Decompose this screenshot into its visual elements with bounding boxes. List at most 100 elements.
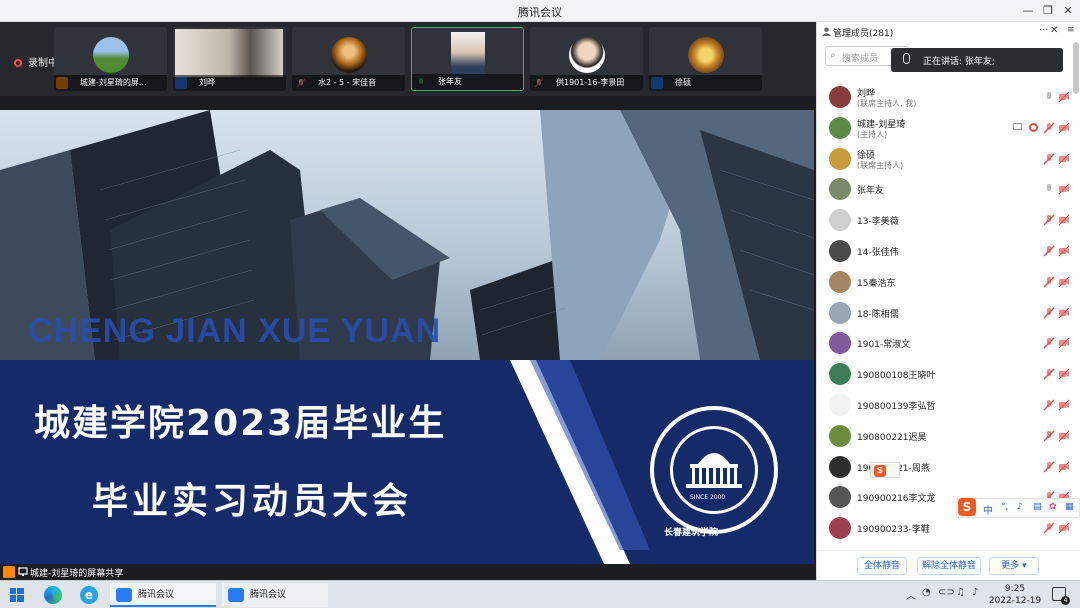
video-tile[interactable]: 城建-刘星琦的屏...	[54, 27, 167, 91]
panel-menu-icon[interactable]: ≡	[1067, 25, 1075, 35]
mic-muted-icon[interactable]	[1043, 399, 1055, 411]
camera-off-icon[interactable]	[1058, 307, 1070, 319]
member-row[interactable]: 190900121-周燕	[817, 452, 1073, 483]
edge-browser-icon[interactable]	[44, 586, 62, 604]
video-tile[interactable]: 刘晔	[173, 27, 286, 91]
member-role: (联席主持人, 我)	[857, 99, 917, 108]
tile-name: 城建-刘星琦的屏...	[54, 75, 167, 91]
avatar	[829, 486, 851, 509]
camera-off-icon[interactable]	[1058, 183, 1070, 195]
video-strip: 录制中 城建-刘星琦的屏... 刘晔 水2 - 5 - 宋佳音 张年友 供190…	[0, 22, 816, 96]
mic-muted-icon[interactable]	[1043, 368, 1055, 380]
member-row[interactable]: 190800108王晓叶	[817, 359, 1073, 390]
video-thumbnail	[330, 37, 367, 73]
mic-muted-icon[interactable]	[1043, 307, 1055, 319]
ime-skin-icon: ✿	[1049, 502, 1057, 512]
mute-all-button[interactable]: 全体静音	[857, 557, 907, 575]
camera-off-icon[interactable]	[1058, 122, 1070, 134]
camera-off-icon[interactable]	[1058, 368, 1070, 380]
member-row[interactable]: 张年友	[817, 174, 1073, 205]
video-tile[interactable]: 供1901-16-李景田	[530, 27, 643, 91]
tray-link-icon[interactable]: ⊂⊃	[938, 587, 955, 598]
camera-off-icon[interactable]	[1058, 461, 1070, 473]
tile-name: 张年友	[412, 74, 523, 90]
mic-icon[interactable]	[1043, 183, 1055, 195]
member-row[interactable]: 14-张佳伟	[817, 236, 1073, 267]
taskbar-task-tencent-meeting-2[interactable]: 腾讯会议	[222, 583, 328, 607]
video-tile[interactable]: 徐硕	[649, 27, 762, 91]
camera-off-icon[interactable]	[1058, 245, 1070, 257]
windows-start-icon[interactable]	[10, 588, 24, 602]
mic-muted-icon[interactable]	[1043, 276, 1055, 288]
avatar	[829, 393, 851, 416]
tray-network-icon[interactable]: ◔	[922, 587, 931, 598]
member-row[interactable]: 城建-刘星琦 (主持人)	[817, 113, 1073, 144]
member-role: (主持人)	[857, 129, 888, 139]
camera-off-icon[interactable]	[1058, 399, 1070, 411]
video-thumbnail	[450, 32, 485, 78]
logo-since-text: SINCE 2000	[690, 494, 726, 501]
camera-off-icon[interactable]	[1058, 337, 1070, 349]
member-row[interactable]: 13-李美薇	[817, 205, 1073, 236]
college-logo	[650, 406, 778, 534]
mic-muted-icon[interactable]	[1043, 122, 1055, 134]
member-row[interactable]: 徐硕 (联席主持人)	[817, 144, 1073, 175]
tencent-meeting-icon	[116, 588, 132, 602]
notification-icon[interactable]: 4	[1052, 587, 1070, 605]
minimize-button[interactable]: —	[1018, 3, 1038, 19]
screen-share-bar: 城建-刘星琦的屏幕共享	[0, 564, 816, 580]
member-row[interactable]: 1901-常淑文	[817, 328, 1073, 359]
tray-volume-icon[interactable]: ♫	[956, 587, 965, 598]
title-bar: 腾讯会议 — ❐ ✕	[0, 0, 1080, 22]
task-label: 腾讯会议	[138, 590, 175, 600]
video-tile-active-speaker[interactable]: 张年友	[411, 27, 524, 91]
member-row[interactable]: 刘晔 (联席主持人, 我)	[817, 82, 1073, 113]
member-role: (联席主持人)	[857, 160, 904, 170]
member-row[interactable]: 190800139李弘哲	[817, 390, 1073, 421]
camera-off-icon[interactable]	[1058, 522, 1070, 534]
more-options-icon[interactable]: ···	[1039, 25, 1049, 36]
close-button[interactable]: ✕	[1058, 3, 1078, 19]
camera-off-icon[interactable]	[1058, 91, 1070, 103]
avatar	[829, 301, 851, 324]
clock-date: 2022-12-19	[988, 596, 1042, 606]
more-button[interactable]: 更多 ▾	[989, 557, 1039, 575]
camera-off-icon[interactable]	[1058, 276, 1070, 288]
mic-muted-icon[interactable]	[1043, 214, 1055, 226]
member-row[interactable]: 18-陈相儒	[817, 298, 1073, 329]
tile-name: 水2 - 5 - 宋佳音	[292, 75, 405, 91]
taskbar-task-tencent-meeting[interactable]: 腾讯会议	[110, 583, 216, 607]
unmute-all-button[interactable]: 解除全体静音	[917, 557, 981, 575]
mic-muted-icon[interactable]	[1043, 153, 1055, 165]
member-list-scrollbar[interactable]	[1073, 42, 1079, 94]
member-row[interactable]: 15秦浩东	[817, 267, 1073, 298]
video-tile[interactable]: 水2 - 5 - 宋佳音	[292, 27, 405, 91]
ime-mini-toolbar[interactable]: S	[870, 462, 900, 478]
camera-off-icon[interactable]	[1058, 214, 1070, 226]
close-panel-icon[interactable]: ✕	[1050, 25, 1058, 36]
camera-off-icon[interactable]	[1058, 153, 1070, 165]
slide-diagonal-stripe	[510, 360, 650, 564]
camera-off-icon[interactable]	[1058, 430, 1070, 442]
mic-muted-icon[interactable]	[1043, 461, 1055, 473]
ie-browser-icon[interactable]: e	[80, 586, 98, 604]
mic-muted-icon[interactable]	[1043, 430, 1055, 442]
taskbar-clock[interactable]: 9:25 2022-12-19	[984, 583, 1046, 607]
speaking-label: 正在讲话: 张年友;	[923, 57, 995, 67]
member-name: 张年友	[857, 186, 885, 197]
mic-muted-icon[interactable]	[1043, 522, 1055, 534]
member-row[interactable]: 190800221迟昊	[817, 421, 1073, 452]
screen-share-icon	[18, 567, 28, 576]
sogou-ime-icon[interactable]: S	[958, 498, 976, 516]
mic-muted-icon[interactable]	[1043, 337, 1055, 349]
restore-button[interactable]: ❐	[1038, 3, 1058, 19]
avatar	[829, 147, 851, 170]
mic-icon[interactable]	[1043, 91, 1055, 103]
ime-keyboard-icon: ▤	[1033, 502, 1042, 512]
mic-muted-icon[interactable]	[1043, 245, 1055, 257]
tray-chevron-icon[interactable]: ︿	[906, 587, 916, 602]
ime-mic-icon: ♪	[1017, 502, 1023, 512]
record-dot-icon	[14, 59, 22, 67]
tray-mic-icon[interactable]: ♪	[972, 587, 978, 598]
member-recording-icon	[1029, 122, 1038, 132]
